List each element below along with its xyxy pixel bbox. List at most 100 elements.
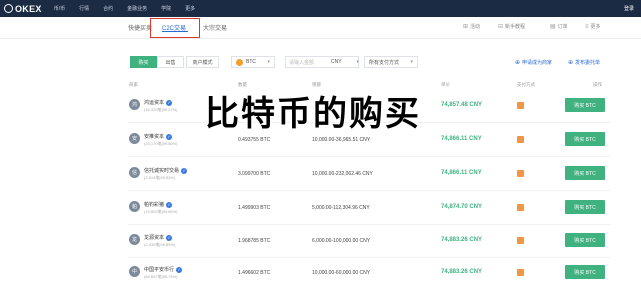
merchant-name[interactable]: 中国平安币行 ✓: [144, 266, 183, 273]
verified-icon: ✓: [166, 99, 173, 106]
table-row: 信 信托诚实时交易 ✓ (2,518笔|99.53%) 3.099700 BTC …: [128, 158, 610, 191]
price-value: 74,883.26 CNY: [441, 269, 483, 275]
top-navbar: OKEX 币/币 行情 合约 金融业务 学院 更多 登录: [0, 0, 641, 17]
price-value: 74,866.11 CNY: [441, 170, 482, 176]
quantity-value: 0.493755 BTC: [238, 137, 271, 143]
price-value: 74,866.11 CNY: [441, 136, 482, 142]
topnav-item-more[interactable]: 更多: [185, 5, 195, 12]
limit-value: 10,000.00-36,965.51 CNY: [312, 137, 371, 143]
amount-placeholder: 请输入金额: [289, 59, 315, 66]
post-ad-link[interactable]: ⊕ 发布委托单: [568, 59, 600, 66]
okex-logo[interactable]: OKEX: [4, 4, 42, 14]
orders-link[interactable]: ▤ 订单: [550, 23, 568, 30]
bank-card-icon: [517, 237, 524, 244]
filter-bar: 购买 出售 商户模式 BTC ▾ 请输入金额 CNY ▾ 所有支付方式 ▾ ⊕ 申…: [0, 56, 641, 70]
coin-select[interactable]: BTC ▾: [231, 56, 275, 68]
merchant-name[interactable]: 帕钓彩猪 ✓: [144, 201, 173, 208]
more-link[interactable]: ≡ 更多: [585, 23, 601, 31]
header-action: 操作: [593, 82, 602, 87]
btc-coin-icon: [236, 58, 243, 66]
merchant-stats: (16,329笔|99.27%): [144, 107, 178, 112]
merchant-name[interactable]: 龙源资本 ✓: [144, 234, 173, 241]
verified-icon: ✓: [166, 201, 173, 208]
quantity-value: 3.099700 BTC: [238, 171, 271, 177]
header-payment: 支付方式: [517, 82, 535, 87]
logo-mark-icon: [4, 4, 13, 13]
bank-card-icon: [517, 204, 524, 211]
activity-link[interactable]: ⊞ 活动: [463, 23, 480, 30]
avatar: 信: [129, 167, 140, 178]
buy-toggle[interactable]: 购买: [130, 56, 157, 68]
tutorial-icon: ⊟: [498, 24, 504, 30]
verified-icon: ✓: [181, 167, 188, 174]
sell-toggle[interactable]: 出售: [157, 56, 184, 68]
avatar: 龙: [129, 234, 140, 245]
activity-icon: ⊞: [463, 24, 469, 30]
more-icon: ≡: [585, 23, 589, 30]
logo-text: OKEX: [15, 3, 42, 14]
tutorial-link[interactable]: ⊟ 新手教程: [498, 23, 525, 30]
quantity-value: 1.496602 BTC: [238, 270, 271, 276]
bank-card-icon: [517, 170, 524, 177]
topnav-item-markets[interactable]: 行情: [79, 5, 89, 12]
bank-card-icon: [517, 136, 524, 143]
header-merchant: 商家: [129, 82, 138, 87]
topnav-item-futures[interactable]: 合约: [103, 5, 113, 12]
buy-btc-button[interactable]: 购买 BTC: [565, 166, 605, 180]
highlight-box: [150, 18, 200, 38]
topnav-item-academy[interactable]: 学院: [161, 5, 171, 12]
payment-select[interactable]: 所有支付方式 ▾: [364, 56, 418, 68]
merchant-name[interactable]: 信托诚实时交易 ✓: [144, 167, 188, 174]
buy-btc-button[interactable]: 购买 BTC: [565, 200, 605, 214]
tab-quick-trade[interactable]: 快捷买卖: [128, 23, 152, 32]
tab-block-trade[interactable]: 大宗交易: [203, 23, 227, 32]
merchant-stats: (66,657笔|99.74%): [144, 274, 178, 279]
topnav-item-finance[interactable]: 金融业务: [127, 5, 147, 12]
merchant-icon: ⊕: [515, 60, 521, 66]
bank-card-icon: [517, 102, 524, 109]
price-value: 74,883.26 CNY: [441, 237, 483, 243]
quantity-value: 1.499903 BTC: [238, 205, 271, 211]
sub-navbar: 快捷买卖 C2C交易 大宗交易 ⊞ 活动 ⊟ 新手教程 ▤ 订单 ≡ 更多: [0, 17, 641, 39]
merchant-stats: (25,170笔|99.56%): [144, 141, 178, 146]
avatar: 帕: [129, 201, 140, 212]
overlay-title: 比特币的购买: [205, 94, 421, 134]
merchant-name[interactable]: 鸿运资本 ✓: [144, 99, 173, 106]
merchant-stats: (19,603笔|99.66%): [144, 209, 178, 214]
merchant-mode-button[interactable]: 商户模式: [186, 56, 219, 68]
login-link[interactable]: 登录: [624, 5, 634, 12]
avatar: 鸿: [129, 99, 140, 110]
table-row: 中 中国平安币行 ✓ (66,657笔|99.74%) 1.496602 BTC …: [128, 257, 610, 283]
table-row: 龙 龙源资本 ✓ (2,430笔|99.89%) 1.968785 BTC 6,0…: [128, 225, 610, 258]
coin-select-value: BTC: [246, 59, 256, 65]
topnav-item-spot[interactable]: 币/币: [54, 5, 65, 12]
bank-card-icon: [517, 269, 524, 276]
quantity-value: 1.968785 BTC: [238, 238, 271, 244]
buy-btc-button[interactable]: 购买 BTC: [565, 132, 605, 146]
price-value: 74,874.70 CNY: [441, 204, 483, 210]
limit-value: 10,000.00-60,000.00 CNY: [312, 270, 371, 276]
top-nav: 币/币 行情 合约 金融业务 学院 更多: [54, 5, 209, 12]
limit-value: 10,000.00-232,062.46 CNY: [312, 171, 373, 177]
buy-btc-button[interactable]: 购买 BTC: [565, 265, 605, 279]
avatar: 中: [129, 266, 140, 277]
payment-select-value: 所有支付方式: [369, 59, 400, 66]
chevron-down-icon: ▾: [356, 59, 359, 65]
verified-icon: ✓: [166, 234, 173, 241]
merchant-name[interactable]: 安推资本 ✓: [144, 133, 173, 140]
currency-select[interactable]: CNY ▾: [331, 56, 359, 68]
price-value: 74,857.48 CNY: [441, 102, 483, 108]
currency-select-value: CNY: [331, 59, 342, 65]
avatar: 安: [129, 133, 140, 144]
chevron-down-icon: ▾: [267, 59, 270, 65]
buy-btc-button[interactable]: 购买 BTC: [565, 98, 605, 112]
verified-icon: ✓: [166, 133, 173, 140]
buy-btc-button[interactable]: 购买 BTC: [565, 233, 605, 247]
merchant-stats: (2,430笔|99.89%): [144, 242, 176, 247]
limit-value: 6,000.00-100,000.00 CNY: [312, 238, 371, 244]
plus-circle-icon: ⊕: [568, 60, 574, 66]
merchant-stats: (2,518笔|99.53%): [144, 175, 176, 180]
limit-value: 5,000.00-112,304.96 CNY: [312, 205, 370, 211]
chevron-down-icon: ▾: [410, 59, 413, 65]
apply-merchant-link[interactable]: ⊕ 申请成为商家: [515, 59, 552, 66]
